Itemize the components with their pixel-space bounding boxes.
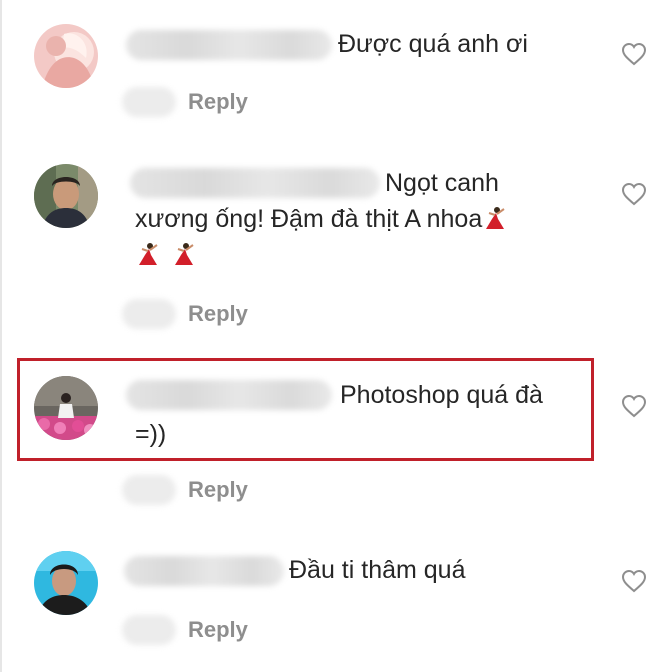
reply-button[interactable]: Reply [188, 613, 248, 647]
reply-button[interactable]: Reply [188, 85, 248, 119]
avatar[interactable] [34, 24, 98, 88]
heart-outline-icon[interactable] [621, 42, 647, 66]
avatar[interactable] [34, 164, 98, 228]
avatar-man-blue-bg-icon [34, 551, 98, 615]
heart-outline-icon[interactable] [621, 394, 647, 418]
comment-emoji-line [135, 238, 197, 272]
blurred-username [130, 168, 380, 198]
blurred-reply-count [122, 299, 176, 329]
dancer-emoji-icon [135, 241, 161, 267]
avatar[interactable] [34, 551, 98, 615]
avatar[interactable] [34, 376, 98, 440]
comment-text: Được quá anh ơi [338, 30, 528, 58]
blurred-username [126, 380, 332, 410]
blurred-reply-count [122, 87, 176, 117]
dancer-emoji-icon [171, 241, 197, 267]
left-border [0, 0, 2, 672]
blurred-reply-count [122, 615, 176, 645]
comment-text-line: =)) [135, 420, 167, 448]
reply-button[interactable]: Reply [188, 473, 248, 507]
avatar-flowers-portrait-icon [34, 376, 98, 440]
blurred-username [126, 30, 332, 60]
comment-text: Đầu ti thâm quá [289, 556, 466, 584]
blurred-reply-count [122, 475, 176, 505]
blurred-username [124, 556, 284, 586]
avatar-man-portrait-icon [34, 164, 98, 228]
avatar-pink-portrait-icon [34, 24, 98, 88]
comment-text-line: Photoshop quá đà [340, 381, 543, 409]
comment-text-line: xương ống! Đậm đà thịt A nhoa [135, 202, 508, 236]
dancer-emoji-icon [482, 205, 508, 231]
heart-outline-icon[interactable] [621, 569, 647, 593]
reply-button[interactable]: Reply [188, 297, 248, 331]
comment-text-line: Ngọt canh [385, 169, 499, 197]
heart-outline-icon[interactable] [621, 182, 647, 206]
